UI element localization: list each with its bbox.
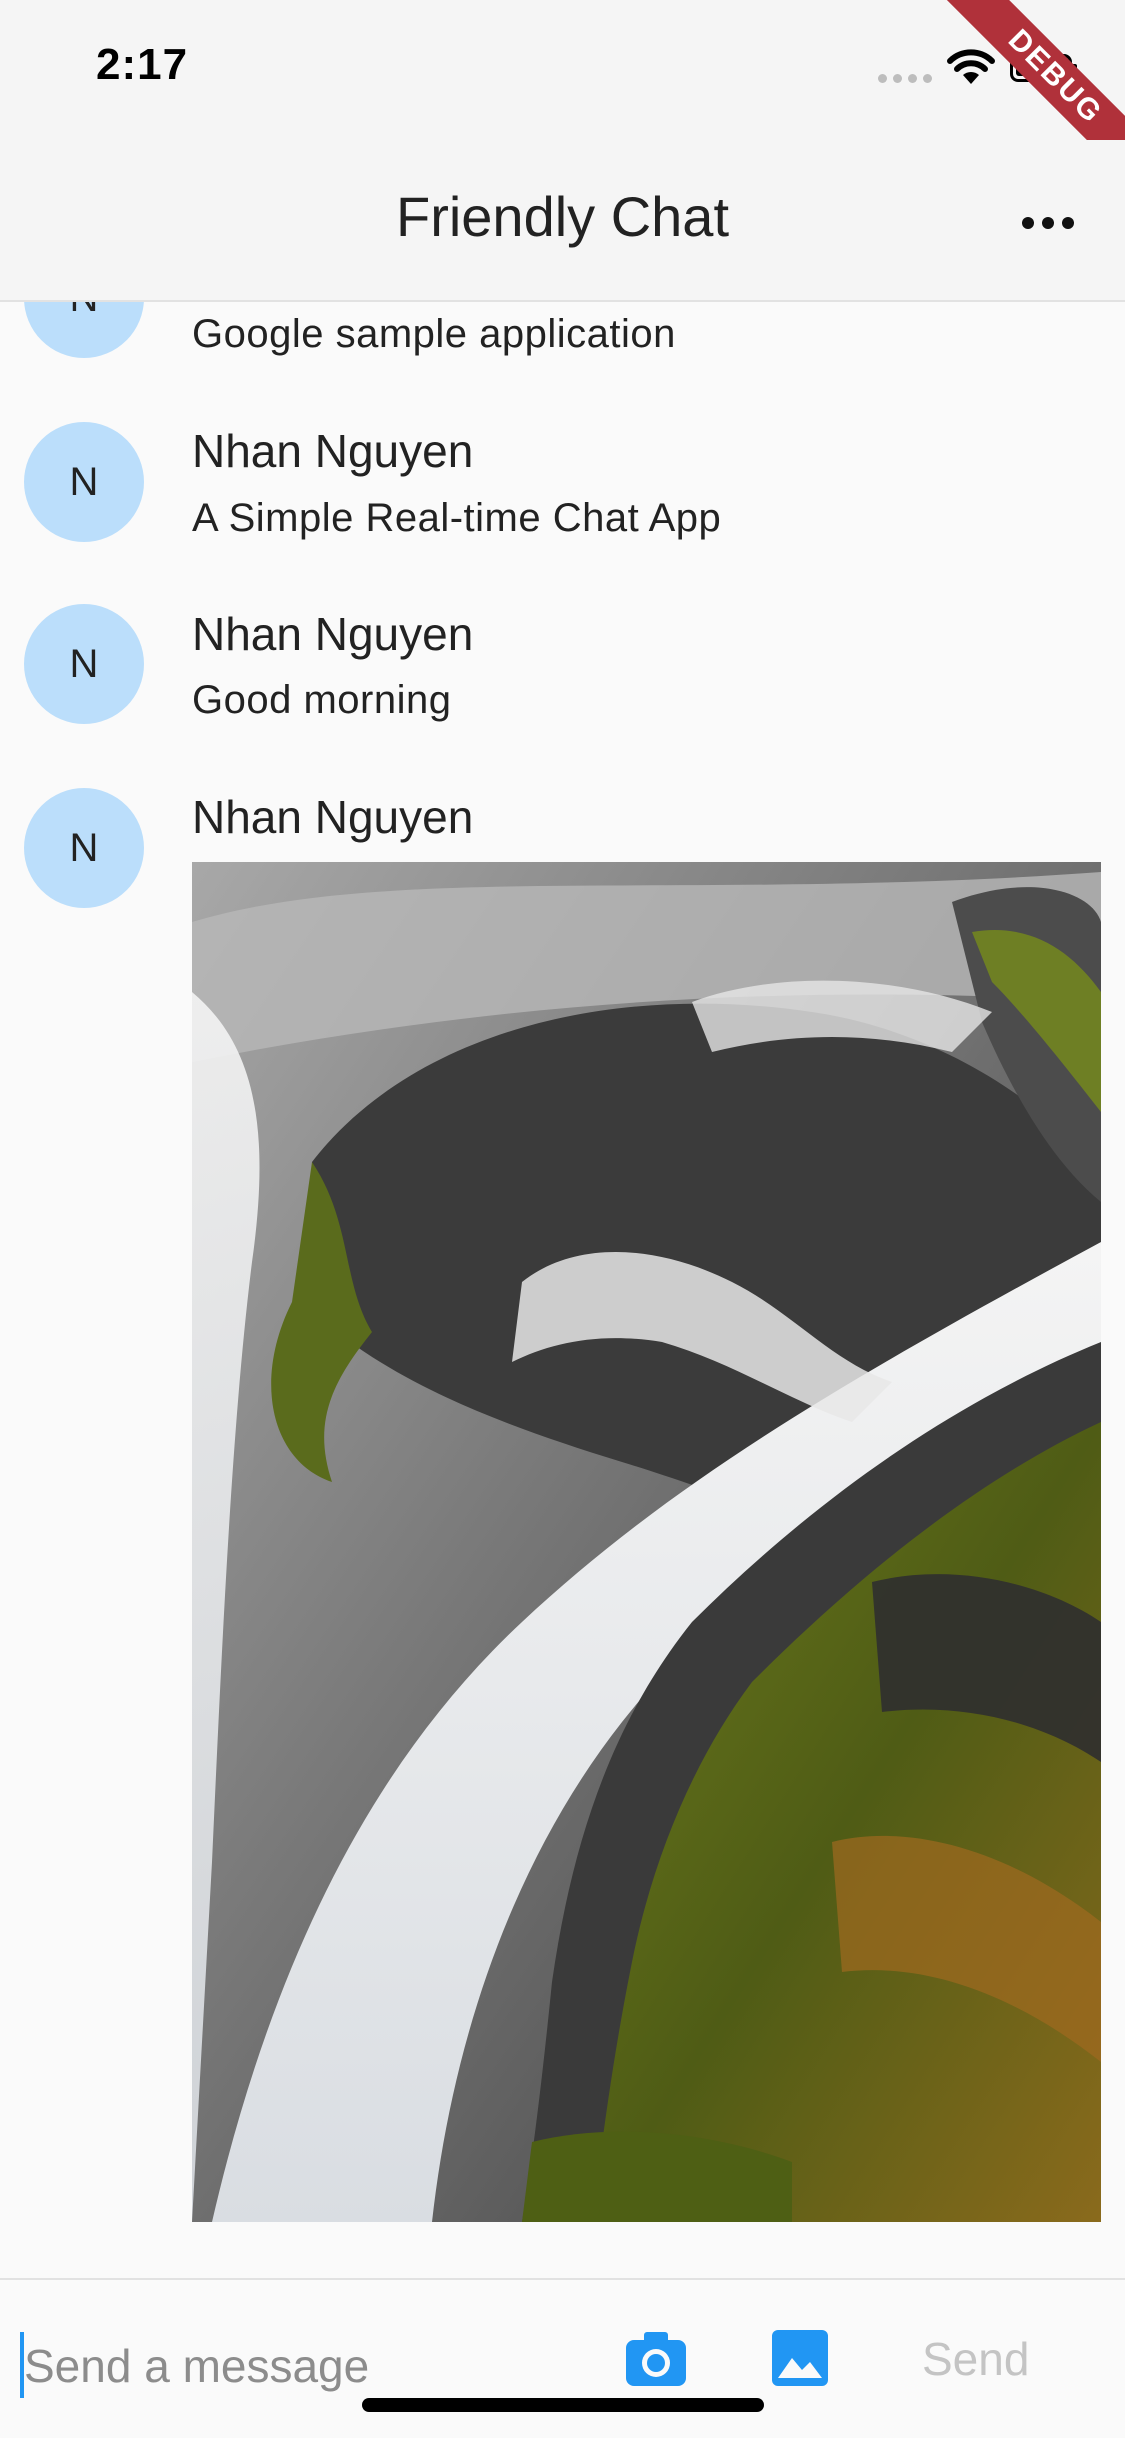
message-text: A Simple Real-time Chat App bbox=[192, 496, 722, 540]
status-time: 2:17 bbox=[96, 40, 189, 89]
avatar: N bbox=[24, 788, 144, 908]
more-horizontal-icon[interactable] bbox=[1022, 208, 1082, 238]
page-title: Friendly Chat bbox=[395, 185, 730, 248]
wifi-icon bbox=[947, 49, 995, 84]
cellular-signal-icon bbox=[878, 74, 932, 83]
waterfall-photo bbox=[192, 862, 1101, 2222]
sender-name: Nhan Nguyen bbox=[192, 608, 474, 660]
message-composer: Send bbox=[0, 2278, 1125, 2438]
sender-name: Nhan Nguyen bbox=[192, 425, 474, 477]
message-text: Google sample application bbox=[192, 312, 676, 356]
image-icon[interactable] bbox=[770, 2328, 830, 2388]
avatar: N bbox=[24, 604, 144, 724]
app-bar: Friendly Chat bbox=[0, 140, 1125, 302]
send-button[interactable]: Send bbox=[922, 2332, 1029, 2386]
avatar: N bbox=[24, 302, 144, 358]
message-text: Good morning bbox=[192, 678, 452, 722]
message-image[interactable] bbox=[192, 862, 1101, 2222]
sender-name: Nhan Nguyen bbox=[192, 791, 474, 843]
message-input[interactable] bbox=[24, 2326, 584, 2406]
avatar: N bbox=[24, 422, 144, 542]
camera-icon[interactable] bbox=[624, 2330, 688, 2388]
home-indicator[interactable] bbox=[362, 2398, 764, 2412]
status-bar: 2:17 bbox=[0, 0, 1125, 140]
